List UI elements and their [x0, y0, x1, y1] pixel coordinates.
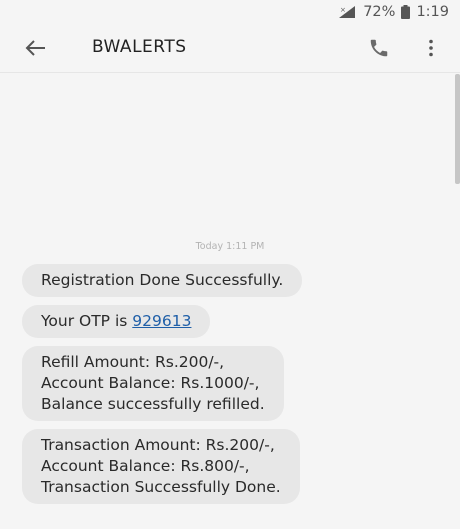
message-list: Registration Done Successfully. Your OTP…	[22, 264, 303, 512]
message-bubble[interactable]: Transaction Amount: Rs.200/-, Account Ba…	[22, 429, 300, 504]
app-bar: BWALERTS	[0, 24, 460, 73]
message-line: Registration Done Successfully.	[41, 271, 284, 289]
status-bar: × 72% 1:19	[0, 0, 460, 24]
message-line: Account Balance: Rs.1000/-,	[41, 374, 260, 392]
message-bubble[interactable]: Registration Done Successfully.	[22, 264, 303, 297]
back-button[interactable]	[22, 36, 48, 60]
battery-percent: 72%	[363, 4, 396, 20]
svg-text:×: ×	[340, 6, 346, 14]
back-arrow-icon	[25, 40, 45, 56]
conversation-title: BWALERTS	[92, 37, 187, 57]
otp-link[interactable]: 929613	[132, 312, 191, 330]
message-line: Balance successfully refilled.	[41, 395, 265, 413]
phone-icon	[370, 39, 388, 57]
battery-icon	[401, 5, 411, 19]
scrollbar[interactable]	[455, 74, 460, 184]
status-time: 1:19	[416, 4, 449, 20]
message-bubble[interactable]: Refill Amount: Rs.200/-, Account Balance…	[22, 346, 284, 421]
message-line: Transaction Successfully Done.	[41, 478, 281, 496]
message-line: Account Balance: Rs.800/-,	[41, 457, 250, 475]
signal-no-data-icon: ×	[339, 6, 356, 18]
message-timestamp: Today 1:11 PM	[195, 241, 265, 252]
message-line: Transaction Amount: Rs.200/-,	[41, 436, 275, 454]
more-options-button[interactable]	[421, 36, 441, 60]
message-bubble[interactable]: Your OTP is 929613	[22, 305, 211, 338]
message-text: Your OTP is	[41, 312, 133, 330]
message-line: Refill Amount: Rs.200/-,	[41, 353, 225, 371]
more-vert-icon	[429, 39, 433, 57]
call-button[interactable]	[366, 36, 392, 60]
